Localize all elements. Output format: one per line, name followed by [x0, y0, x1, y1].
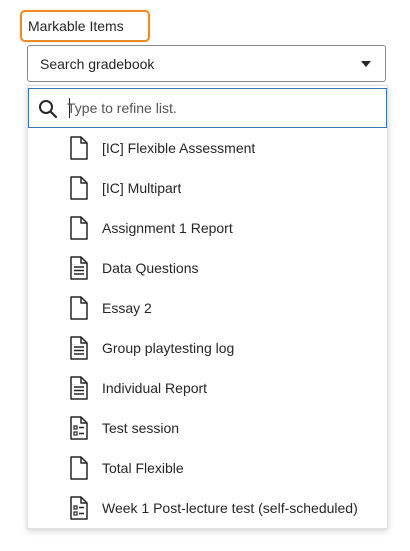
search-icon [39, 100, 58, 119]
blank-document-icon [70, 296, 88, 320]
markable-items-list: [IC] Flexible Assessment [IC] Multipart As… [28, 128, 387, 528]
items-dropdown: [IC] Flexible Assessment [IC] Multipart As… [27, 85, 388, 529]
list-item-label: Assignment 1 Report [102, 220, 233, 236]
list-item[interactable]: [IC] Multipart [28, 168, 387, 208]
list-item-label: Total Flexible [102, 460, 184, 476]
markable-items-label-box: Markable Items [20, 10, 150, 42]
text-document-icon [70, 376, 88, 400]
text-document-icon [70, 336, 88, 360]
list-item[interactable]: Group playtesting log [28, 328, 387, 368]
list-item[interactable]: Individual Report [28, 368, 387, 408]
list-item-label: Individual Report [102, 380, 208, 396]
list-item-label: Week 1 Post-lecture test (self-scheduled… [102, 500, 358, 516]
list-item[interactable]: Data Questions [28, 248, 387, 288]
list-item-label: Test session [102, 420, 180, 436]
list-item-label: [IC] Multipart [102, 180, 182, 196]
blank-document-icon [70, 176, 88, 200]
blank-document-icon [70, 456, 88, 480]
chevron-down-icon [361, 61, 371, 67]
list-item[interactable]: Test session [28, 408, 387, 448]
test-document-icon [70, 416, 88, 440]
list-item[interactable]: Essay 2 [28, 288, 387, 328]
list-item[interactable]: Assignment 1 Report [28, 208, 387, 248]
test-document-icon [70, 496, 88, 520]
list-item[interactable]: [IC] Flexible Assessment [28, 128, 387, 168]
refine-list-input[interactable] [67, 95, 377, 121]
list-item-label: [IC] Flexible Assessment [102, 140, 256, 156]
list-item-label: Data Questions [102, 260, 199, 276]
text-document-icon [70, 256, 88, 280]
blank-document-icon [70, 216, 88, 240]
markable-items-label: Markable Items [28, 18, 124, 34]
blank-document-icon [70, 136, 88, 160]
list-item[interactable]: Total Flexible [28, 448, 387, 488]
list-item-label: Essay 2 [102, 300, 152, 316]
list-item[interactable]: Week 1 Post-lecture test (self-scheduled… [28, 488, 387, 528]
gradebook-select[interactable]: Search gradebook [27, 45, 386, 82]
refine-search-box[interactable] [28, 88, 387, 128]
list-item-label: Group playtesting log [102, 340, 235, 356]
gradebook-select-value: Search gradebook [40, 55, 155, 72]
